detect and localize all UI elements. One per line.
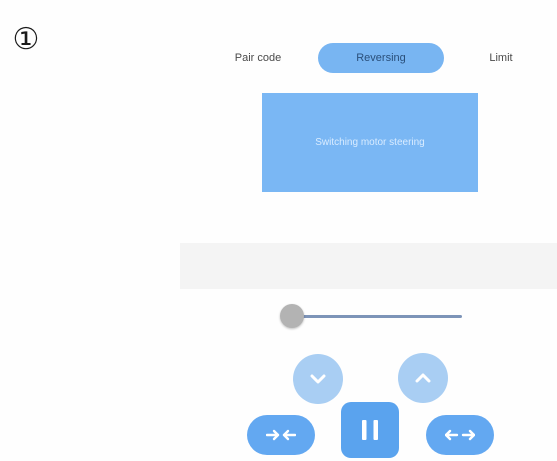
chevron-down-icon	[309, 373, 327, 385]
step-number-marker: ①	[12, 22, 40, 57]
arrows-inward-icon	[266, 428, 296, 442]
tab-pair-code[interactable]: Pair code	[218, 43, 298, 73]
switch-motor-steering-label: Switching motor steering	[315, 137, 425, 148]
chevron-up-icon	[414, 372, 432, 384]
status-band	[180, 243, 557, 289]
mode-tabs: Pair code Reversing Limit	[210, 41, 540, 75]
reversing-settings-screen: ① Pair code Reversing Limit Switching mo…	[0, 0, 557, 461]
move-up-button[interactable]	[398, 353, 448, 403]
position-slider[interactable]	[280, 303, 466, 329]
pause-button[interactable]	[341, 402, 399, 458]
slider-thumb[interactable]	[280, 304, 304, 328]
arrows-outward-icon	[445, 428, 475, 442]
close-inward-button[interactable]	[247, 415, 315, 455]
tab-reversing[interactable]: Reversing	[318, 43, 444, 73]
slider-track	[292, 315, 462, 318]
tab-limit[interactable]: Limit	[466, 43, 536, 73]
open-outward-button[interactable]	[426, 415, 494, 455]
move-down-button[interactable]	[293, 354, 343, 404]
pause-icon	[359, 418, 381, 442]
switch-motor-steering-button[interactable]: Switching motor steering	[262, 93, 478, 192]
